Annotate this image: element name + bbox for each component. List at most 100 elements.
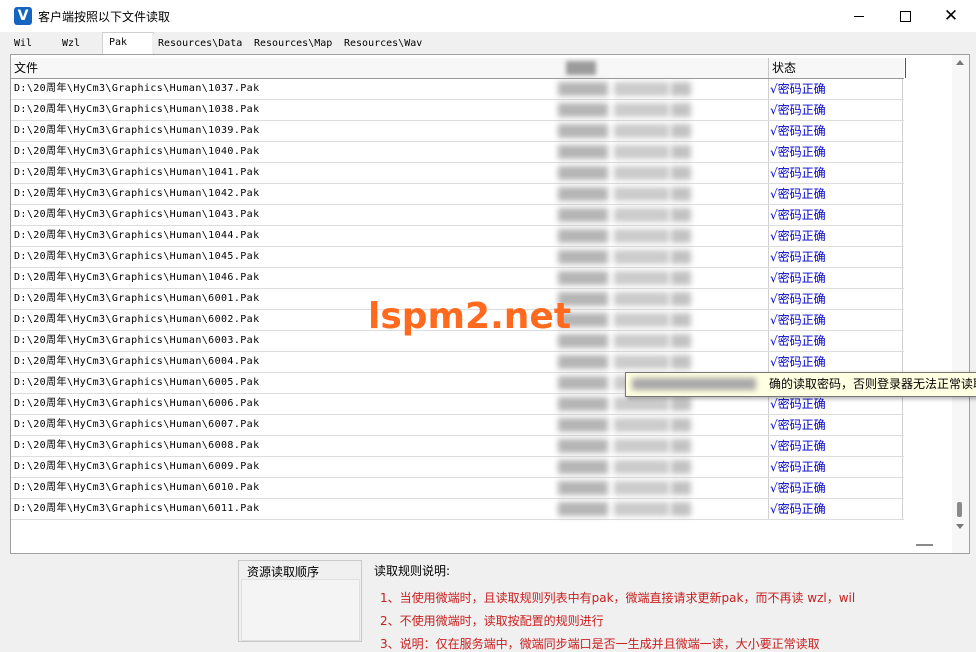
column-divider — [902, 394, 903, 414]
table-row[interactable]: D:\20周年\HyCm3\Graphics\Human\1043.Pak √密码… — [11, 205, 904, 226]
column-divider — [768, 226, 769, 246]
redacted-password — [558, 481, 608, 495]
file-path-cell: D:\20周年\HyCm3\Graphics\Human\1046.Pak — [14, 272, 260, 283]
scrollbar-thumb[interactable] — [957, 502, 962, 517]
column-divider — [902, 331, 903, 351]
column-divider — [768, 331, 769, 351]
table-row[interactable]: D:\20周年\HyCm3\Graphics\Human\1038.Pak √密码… — [11, 100, 904, 121]
maximize-icon — [899, 10, 911, 22]
redacted-password — [558, 166, 608, 180]
status-cell: √密码正确 — [770, 355, 826, 369]
column-divider — [902, 121, 903, 141]
minimize-button[interactable] — [836, 0, 882, 32]
redacted-password — [671, 187, 691, 201]
file-path-cell: D:\20周年\HyCm3\Graphics\Human\6002.Pak — [14, 314, 260, 325]
status-cell: √密码正确 — [770, 439, 826, 453]
redacted-password — [614, 292, 669, 306]
tab-wil[interactable]: Wil — [8, 34, 39, 53]
redacted-password — [614, 103, 669, 117]
redacted-password — [614, 397, 669, 411]
tab-bar: Wil Wzl Pak Resources\Data Resources\Map… — [4, 32, 434, 55]
status-cell: √密码正确 — [770, 103, 826, 117]
redacted-block — [632, 378, 756, 390]
status-cell: √密码正确 — [770, 124, 826, 138]
table-row[interactable]: D:\20周年\HyCm3\Graphics\Human\6007.Pak √密码… — [11, 415, 904, 436]
redacted-password — [614, 460, 669, 474]
column-header-password[interactable] — [557, 58, 770, 78]
tab-wzl[interactable]: Wzl — [56, 34, 87, 53]
table-row[interactable]: D:\20周年\HyCm3\Graphics\Human\1042.Pak √密码… — [11, 184, 904, 205]
rules-group: 读取规则说明: 1、当使用微端时，且读取规则列表中有pak，微端直接请求更新pa… — [366, 560, 976, 651]
file-path-cell: D:\20周年\HyCm3\Graphics\Human\6010.Pak — [14, 482, 260, 493]
column-divider — [768, 415, 769, 435]
table-row[interactable]: D:\20周年\HyCm3\Graphics\Human\1046.Pak √密码… — [11, 268, 904, 289]
redacted-password — [671, 271, 691, 285]
file-path-cell: D:\20周年\HyCm3\Graphics\Human\1037.Pak — [14, 83, 260, 94]
table-row[interactable]: D:\20周年\HyCm3\Graphics\Human\1039.Pak √密码… — [11, 121, 904, 142]
table-row[interactable]: D:\20周年\HyCm3\Graphics\Human\6009.Pak √密码… — [11, 457, 904, 478]
status-cell: √密码正确 — [770, 418, 826, 432]
redacted-password — [671, 208, 691, 222]
column-divider — [768, 436, 769, 456]
column-header-file[interactable]: 文件 — [11, 58, 554, 78]
redacted-password — [614, 355, 669, 369]
file-path-cell: D:\20周年\HyCm3\Graphics\Human\1044.Pak — [14, 230, 260, 241]
column-divider — [902, 142, 903, 162]
column-divider — [768, 205, 769, 225]
redacted-password — [558, 376, 608, 390]
maximize-button[interactable] — [882, 0, 928, 32]
column-divider — [768, 352, 769, 372]
redacted-password — [558, 145, 608, 159]
file-path-cell: D:\20周年\HyCm3\Graphics\Human\6006.Pak — [14, 398, 260, 409]
redacted-password — [614, 82, 669, 96]
rules-title: 读取规则说明: — [374, 564, 451, 578]
column-header-status[interactable]: 状态 — [768, 58, 906, 78]
redacted-password — [558, 250, 608, 264]
redacted-password — [671, 103, 691, 117]
table-row[interactable]: D:\20周年\HyCm3\Graphics\Human\1044.Pak √密码… — [11, 226, 904, 247]
table-row[interactable]: D:\20周年\HyCm3\Graphics\Human\1041.Pak √密码… — [11, 163, 904, 184]
tab-resources-data[interactable]: Resources\Data — [152, 34, 249, 53]
tab-pak[interactable]: Pak — [102, 32, 154, 55]
table-row[interactable]: D:\20周年\HyCm3\Graphics\Human\1037.Pak √密码… — [11, 79, 904, 100]
tooltip: 确的读取密码，否则登录器无法正常读取 — [625, 372, 976, 397]
table-row[interactable]: D:\20周年\HyCm3\Graphics\Human\6006.Pak √密码… — [11, 394, 904, 415]
redacted-password — [671, 418, 691, 432]
column-divider — [768, 268, 769, 288]
column-divider — [768, 499, 769, 519]
status-cell: √密码正确 — [770, 502, 826, 516]
redacted-password — [671, 313, 691, 327]
vertical-scrollbar[interactable] — [952, 55, 969, 553]
table-row[interactable]: D:\20周年\HyCm3\Graphics\Human\6008.Pak √密码… — [11, 436, 904, 457]
column-divider — [902, 100, 903, 120]
table-row[interactable]: D:\20周年\HyCm3\Graphics\Human\6010.Pak √密码… — [11, 478, 904, 499]
horizontal-scrollbar-thumb[interactable] — [916, 544, 933, 546]
table-row[interactable]: D:\20周年\HyCm3\Graphics\Human\6011.Pak √密码… — [11, 499, 904, 520]
column-divider — [768, 184, 769, 204]
file-path-cell: D:\20周年\HyCm3\Graphics\Human\6005.Pak — [14, 377, 260, 388]
redacted-password — [614, 124, 669, 138]
tab-resources-map[interactable]: Resources\Map — [248, 34, 339, 53]
table-row[interactable]: D:\20周年\HyCm3\Graphics\Human\1045.Pak √密码… — [11, 247, 904, 268]
close-button[interactable]: ✕ — [928, 0, 974, 32]
resource-order-list[interactable] — [241, 579, 360, 641]
redacted-password — [614, 145, 669, 159]
column-divider — [902, 457, 903, 477]
scroll-up-icon[interactable] — [956, 60, 964, 65]
redacted-password — [558, 355, 608, 369]
column-divider — [768, 310, 769, 330]
table-row[interactable]: D:\20周年\HyCm3\Graphics\Human\6004.Pak √密码… — [11, 352, 904, 373]
redacted-password — [614, 187, 669, 201]
tab-resources-wav[interactable]: Resources\Wav — [338, 34, 429, 53]
column-divider — [902, 478, 903, 498]
status-cell: √密码正确 — [770, 208, 826, 222]
column-divider — [768, 478, 769, 498]
file-path-cell: D:\20周年\HyCm3\Graphics\Human\6001.Pak — [14, 293, 260, 304]
scroll-down-icon[interactable] — [956, 524, 964, 529]
table-row[interactable]: D:\20周年\HyCm3\Graphics\Human\1040.Pak √密码… — [11, 142, 904, 163]
redacted-password — [671, 397, 691, 411]
column-divider — [768, 142, 769, 162]
redacted-password — [614, 271, 669, 285]
file-path-cell: D:\20周年\HyCm3\Graphics\Human\1039.Pak — [14, 125, 260, 136]
redacted-password — [558, 418, 608, 432]
